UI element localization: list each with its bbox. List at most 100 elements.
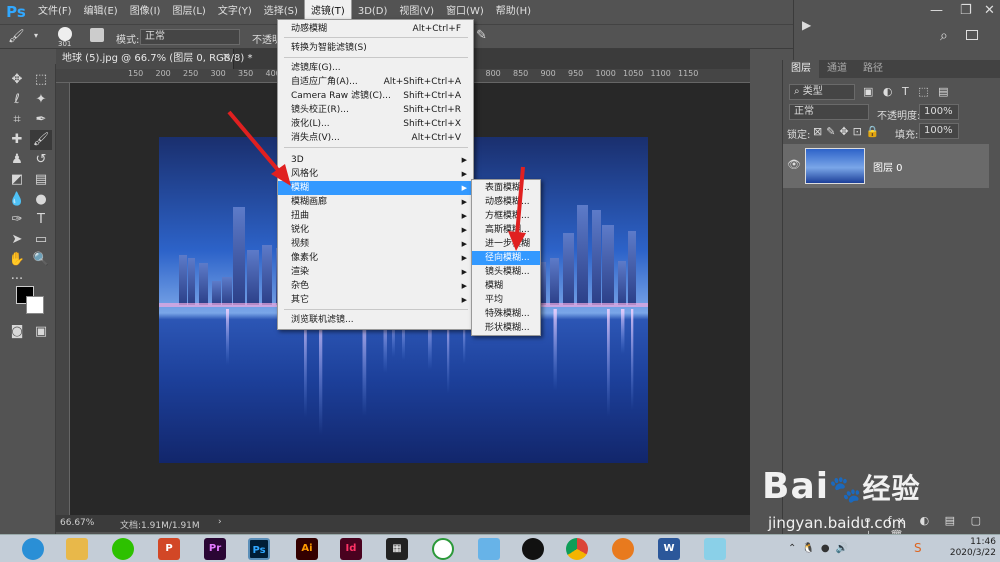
quick-mask-icon[interactable]: ◙ <box>6 322 28 342</box>
text-tool-icon[interactable]: T <box>30 210 52 230</box>
blur-submenu-item[interactable]: 平均 <box>472 293 540 307</box>
menu-file[interactable]: 文件(F) <box>32 0 78 24</box>
premiere-icon[interactable]: Pr <box>204 538 226 560</box>
move-tool-icon[interactable]: ✥ <box>6 70 28 90</box>
marquee-tool-icon[interactable]: ⬚ <box>30 70 52 90</box>
menu-edit[interactable]: 编辑(E) <box>78 0 124 24</box>
tray-icons[interactable]: ⌃🐧●🔊 <box>788 543 854 554</box>
menu-layer[interactable]: 图层(L) <box>166 0 211 24</box>
filter-menu-item[interactable]: 像素化 ▶ <box>278 251 473 265</box>
brush-preview[interactable] <box>58 27 72 41</box>
photoshop-taskbar-icon[interactable]: Ps <box>248 538 270 560</box>
filter-menu-item[interactable]: 模糊画廊 ▶ <box>278 195 473 209</box>
fill-value[interactable]: 100% <box>919 123 959 139</box>
green-app-icon[interactable] <box>432 538 454 560</box>
wechat-icon[interactable] <box>112 538 134 560</box>
video-editor-icon[interactable]: ▦ <box>386 538 408 560</box>
healing-brush-icon[interactable]: ✚ <box>6 130 28 150</box>
start-icon[interactable] <box>22 538 44 560</box>
filter-menu-item[interactable]: 视频 ▶ <box>278 237 473 251</box>
filter-menu-item[interactable]: 杂色 ▶ <box>278 279 473 293</box>
filter-menu-item[interactable]: 消失点(V)... Alt+Ctrl+V <box>278 131 473 145</box>
gradient-icon[interactable]: ▤ <box>30 170 52 190</box>
dodge-tool-icon[interactable]: ● <box>30 190 52 210</box>
chrome-icon[interactable] <box>566 538 588 560</box>
blur-submenu-item[interactable]: 形状模糊... <box>472 321 540 335</box>
crop-tool-icon[interactable]: ⌗ <box>6 110 28 130</box>
zoom-tool-icon[interactable]: 🔍 <box>30 250 52 270</box>
filter-menu-item[interactable]: 其它 ▶ <box>278 293 473 307</box>
lasso-tool-icon[interactable]: ℓ <box>6 90 28 110</box>
history-brush-icon[interactable]: ↺ <box>30 150 52 170</box>
layer-row[interactable]: 👁 图层 0 <box>783 144 989 188</box>
play-icon[interactable]: ▶ <box>802 18 811 32</box>
brush-panel-icon[interactable] <box>90 28 104 42</box>
filter-menu-item[interactable]: 动感模糊 Alt+Ctrl+F <box>278 22 473 36</box>
filter-menu-item[interactable]: 渲染 ▶ <box>278 265 473 279</box>
lock-icons[interactable]: ⊠✎✥⊡🔒 <box>813 125 884 138</box>
orange-app-icon[interactable] <box>612 538 634 560</box>
layer-filter-select[interactable]: ⌕ 类型 <box>789 84 855 100</box>
notes-app-icon[interactable] <box>704 538 726 560</box>
layer-name[interactable]: 图层 0 <box>873 159 903 174</box>
qq-icon[interactable] <box>522 538 544 560</box>
blur-submenu-item[interactable]: 模糊 <box>472 279 540 293</box>
chevron-right-icon[interactable]: › <box>218 517 222 527</box>
minimize-icon[interactable]: — <box>930 3 943 18</box>
filter-menu-item[interactable]: 模糊 ▶ <box>278 181 473 195</box>
blur-submenu-item[interactable]: 特殊模糊... <box>472 307 540 321</box>
screen-mode-icon[interactable]: ▣ <box>30 322 52 342</box>
path-select-icon[interactable]: ➤ <box>6 230 28 250</box>
filter-menu-item[interactable]: Camera Raw 滤镜(C)... Shift+Ctrl+A <box>278 89 473 103</box>
system-clock[interactable]: 11:46 2020/3/22 <box>950 537 996 559</box>
layer-filter-icons[interactable]: ▣ ◐ T ⬚ ▤ <box>863 85 983 98</box>
blur-tool-icon[interactable]: 💧 <box>6 190 28 210</box>
filter-menu-item[interactable]: 扭曲 ▶ <box>278 209 473 223</box>
search-icon[interactable]: ⌕ <box>940 28 948 44</box>
stamp-tool-icon[interactable]: ♟ <box>6 150 28 170</box>
brush-tool-icon[interactable]: 🖌 <box>30 130 52 150</box>
blend-mode-select[interactable]: 正常 <box>789 104 869 120</box>
opacity-value[interactable]: 100% <box>919 104 959 120</box>
filter-menu-item[interactable]: 自适应广角(A)... Alt+Shift+Ctrl+A <box>278 75 473 89</box>
illustrator-icon[interactable]: Ai <box>296 538 318 560</box>
brush-tool-icon[interactable]: 🖌 <box>8 29 25 44</box>
filter-menu-item[interactable]: 镜头校正(R)... Shift+Ctrl+R <box>278 103 473 117</box>
powerpoint-icon[interactable]: P <box>158 538 180 560</box>
ime-icon[interactable]: S <box>914 541 922 555</box>
file-explorer-icon[interactable] <box>66 538 88 560</box>
filter-menu-item[interactable]: 锐化 ▶ <box>278 223 473 237</box>
zoom-level[interactable]: 66.67% <box>60 518 94 528</box>
document-tab[interactable]: 地球 (5).jpg @ 66.7% (图层 0, RGB/8) * <box>56 49 252 69</box>
menu-type[interactable]: 文字(Y) <box>212 0 258 24</box>
word-icon[interactable]: W <box>658 538 680 560</box>
blur-submenu-item[interactable]: 镜头模糊... <box>472 265 540 279</box>
menu-image[interactable]: 图像(I) <box>124 0 167 24</box>
tab-layers[interactable]: 图层 <box>783 60 819 78</box>
workspace-icon[interactable] <box>966 30 978 40</box>
magic-wand-icon[interactable]: ✦ <box>30 90 52 110</box>
hand-tool-icon[interactable]: ✋ <box>6 250 28 270</box>
filter-menu-item[interactable]: 液化(L)... Shift+Ctrl+X <box>278 117 473 131</box>
indesign-icon[interactable]: Id <box>340 538 362 560</box>
restore-icon[interactable]: ❐ <box>960 3 972 18</box>
airbrush-icon[interactable]: ✎ <box>476 28 487 43</box>
background-color[interactable] <box>26 296 44 314</box>
close-icon[interactable]: ✕ <box>984 3 995 18</box>
menu-help[interactable]: 帮助(H) <box>490 0 537 24</box>
filter-menu-item[interactable]: 滤镜库(G)... <box>278 61 473 75</box>
filter-menu-item[interactable]: 浏览联机滤镜... <box>278 313 473 327</box>
filter-menu-item[interactable]: 风格化 ▶ <box>278 167 473 181</box>
eraser-icon[interactable]: ◩ <box>6 170 28 190</box>
filter-menu-item[interactable]: 转换为智能滤镜(S) <box>278 41 473 55</box>
eyedropper-icon[interactable]: ✒ <box>30 110 52 130</box>
eye-icon[interactable]: 👁 <box>787 158 801 171</box>
shape-tool-icon[interactable]: ▭ <box>30 230 52 250</box>
tab-channels[interactable]: 通道 <box>819 60 855 78</box>
close-tab-icon[interactable]: ✕ <box>222 52 230 63</box>
tab-paths[interactable]: 路径 <box>855 60 891 78</box>
mode-select[interactable]: 正常 <box>140 29 240 45</box>
pen-tool-icon[interactable]: ✑ <box>6 210 28 230</box>
chevron-down-icon[interactable]: ▾ <box>34 31 38 40</box>
filter-menu-item[interactable]: 3D ▶ <box>278 153 473 167</box>
